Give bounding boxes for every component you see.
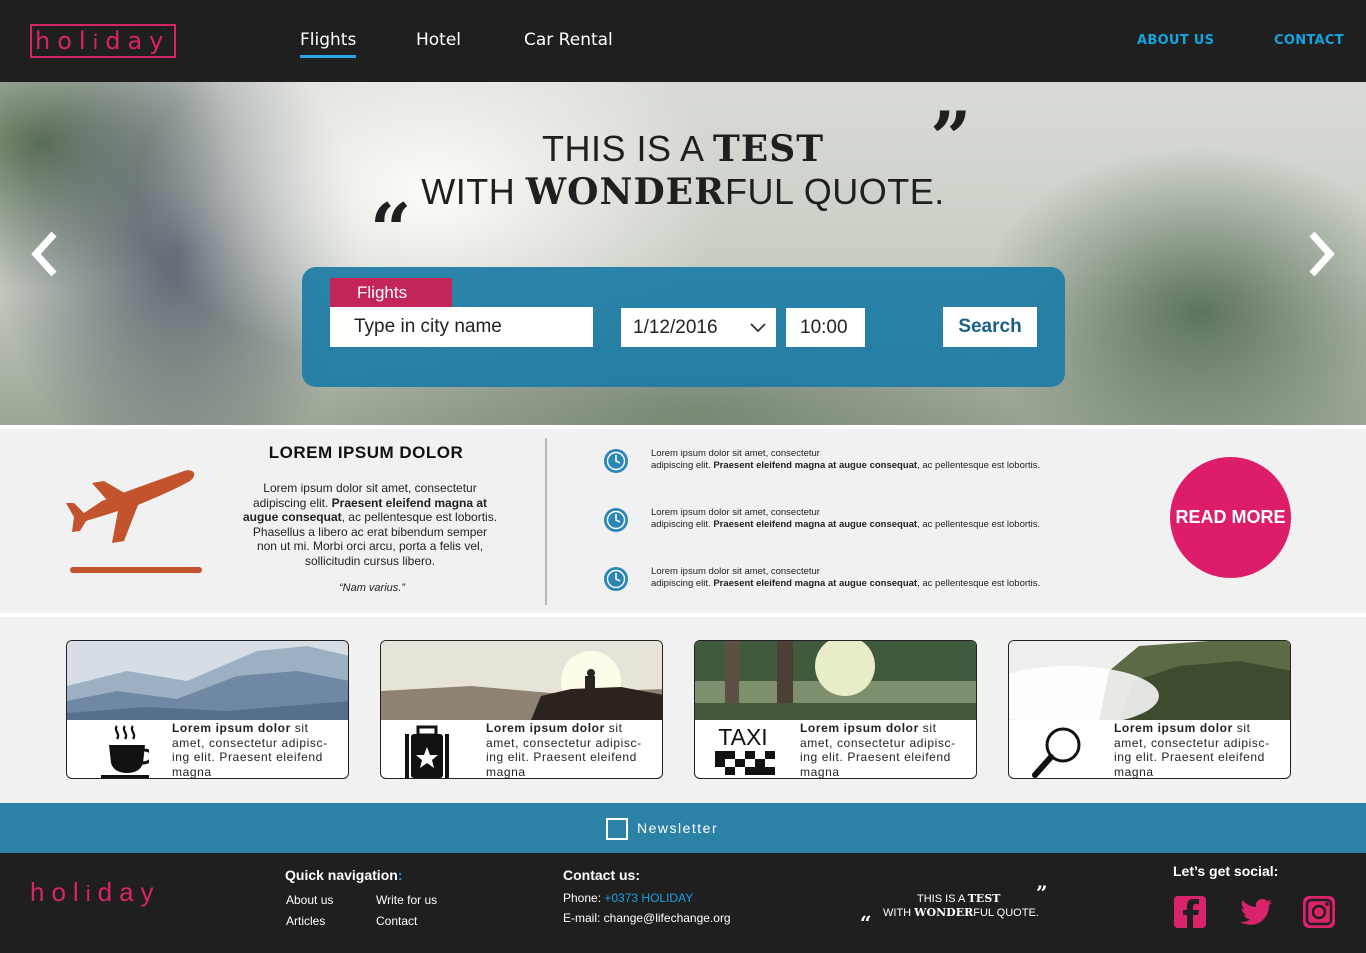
clock-icon <box>604 567 628 591</box>
footer-close-quote-mark: ” <box>1036 881 1048 905</box>
card-coffee[interactable]: Lorem ipsum dolor sit amet, consectetur … <box>66 640 349 779</box>
contact-email: E-mail: change@lifechange.org <box>563 911 731 925</box>
nav-flights[interactable]: Flights <box>300 30 357 58</box>
instagram-icon[interactable] <box>1302 895 1336 929</box>
clock-icon <box>604 449 628 473</box>
footer-link-articles[interactable]: Articles <box>286 914 325 928</box>
search-button[interactable]: Search <box>943 307 1037 347</box>
card-search[interactable]: Lorem ipsum dolor sit amet, consectetur … <box>1008 640 1291 779</box>
footer-link-write-for-us[interactable]: Write for us <box>376 893 437 907</box>
contact-title: Contact us: <box>563 867 640 883</box>
magnifier-icon <box>1032 727 1081 778</box>
logo-figure: i <box>92 30 106 54</box>
cards-section: Lorem ipsum dolor sit amet, consectetur … <box>0 617 1366 803</box>
holiday-logo[interactable]: holiday <box>30 24 176 58</box>
flight-search-panel: Flights 1/12/2016 10:00 Search <box>302 267 1065 387</box>
footer-open-quote-mark: “ <box>860 911 872 935</box>
card-suitcase[interactable]: Lorem ipsum dolor sit amet, consectetur … <box>380 640 663 779</box>
top-navigation-bar: holiday Flights Hotel Car Rental ABOUT U… <box>0 0 1366 82</box>
info-title: LOREM IPSUM DOLOR <box>268 443 464 462</box>
logo-text-end: day <box>105 27 171 55</box>
info-quote: “Nam varius.” <box>338 582 405 594</box>
clock-icon <box>604 508 628 532</box>
email-link[interactable]: change@lifechange.org <box>604 911 731 925</box>
close-quote-mark: ” <box>930 95 972 180</box>
social-title: Let’s get social: <box>1173 863 1279 879</box>
nav-contact[interactable]: CONTACT <box>1274 33 1344 48</box>
feature-text: Lorem ipsum dolor sit amet, consectetur a… <box>651 448 1041 471</box>
sunset-rock-image <box>381 641 662 720</box>
taxi-icon: TAXI <box>715 724 775 775</box>
footer-quote-line-1: THIS IS A TEST <box>917 892 1001 905</box>
airplane-takeoff-icon <box>66 470 202 573</box>
newsletter-label[interactable]: Newsletter <box>637 820 718 836</box>
time-field[interactable]: 10:00 <box>786 308 865 347</box>
newsletter-bar: Newsletter <box>0 803 1366 853</box>
read-more-button[interactable]: READ MORE <box>1170 457 1291 578</box>
hero-banner: THIS IS A TEST WITH WONDERFUL QUOTE. ” “… <box>0 82 1366 425</box>
footer-link-about-us[interactable]: About us <box>286 893 333 907</box>
card-taxi[interactable]: TAXI Lorem ipsum dolor sit amet, consect… <box>694 640 977 779</box>
hero-quote-line-2: WITH WONDERFUL QUOTE. <box>421 171 945 213</box>
mountains-image <box>67 641 348 720</box>
hero-quote-line-1: THIS IS A TEST <box>541 128 825 170</box>
nav-about-us[interactable]: ABOUT US <box>1137 33 1214 48</box>
card-text: Lorem ipsum dolor sit amet, consectetur … <box>172 721 328 779</box>
logo-text-start: hol <box>35 27 93 55</box>
facebook-icon[interactable] <box>1173 895 1207 929</box>
contact-phone: Phone: +0373 HOLIDAY <box>563 891 694 905</box>
suitcase-icon <box>405 725 449 778</box>
tab-flights[interactable]: Flights <box>330 278 452 307</box>
footer-link-contact[interactable]: Contact <box>376 914 417 928</box>
date-select[interactable]: 1/12/2016 <box>621 308 776 347</box>
newsletter-checkbox[interactable] <box>606 818 628 840</box>
card-text: Lorem ipsum dolor sit amet, consectetur … <box>800 721 956 779</box>
feature-text: Lorem ipsum dolor sit amet, consectetur a… <box>651 566 1041 589</box>
footer-quote-line-2: WITH WONDERFUL QUOTE. <box>883 906 1039 919</box>
date-value: 1/12/2016 <box>633 317 718 338</box>
nav-hotel[interactable]: Hotel <box>416 30 461 50</box>
taxi-icon-text: TAXI <box>718 724 767 750</box>
footer-logo[interactable]: holiday <box>30 877 161 908</box>
cliff-fog-image <box>1009 641 1290 720</box>
nav-car-rental[interactable]: Car Rental <box>524 30 613 50</box>
info-body-text: Lorem ipsum dolor sit amet, consectetur … <box>242 481 498 568</box>
quick-navigation-title: Quick navigation: <box>285 867 403 883</box>
footer: holiday Quick navigation: About us Write… <box>0 853 1366 953</box>
feature-item: Lorem ipsum dolor sit amet, consectetur a… <box>603 448 1123 478</box>
open-quote-mark: “ <box>370 187 412 272</box>
card-text: Lorem ipsum dolor sit amet, consectetur … <box>486 721 642 779</box>
card-text: Lorem ipsum dolor sit amet, consectetur … <box>1114 721 1270 779</box>
city-input[interactable] <box>330 307 593 347</box>
coffee-cup-icon <box>101 725 149 778</box>
feature-item: Lorem ipsum dolor sit amet, consectetur a… <box>603 566 1123 596</box>
feature-item: Lorem ipsum dolor sit amet, consectetur a… <box>603 507 1123 537</box>
chevron-down-icon <box>750 323 766 333</box>
info-section: LOREM IPSUM DOLOR Lorem ipsum dolor sit … <box>0 429 1366 613</box>
phone-link[interactable]: +0373 HOLIDAY <box>604 891 693 905</box>
feature-text: Lorem ipsum dolor sit amet, consectetur a… <box>651 507 1041 530</box>
next-slide-arrow-icon[interactable] <box>1306 230 1336 278</box>
twitter-icon[interactable] <box>1239 895 1273 929</box>
previous-slide-arrow-icon[interactable] <box>30 230 60 278</box>
forest-path-image <box>695 641 976 720</box>
vertical-divider <box>545 438 547 605</box>
